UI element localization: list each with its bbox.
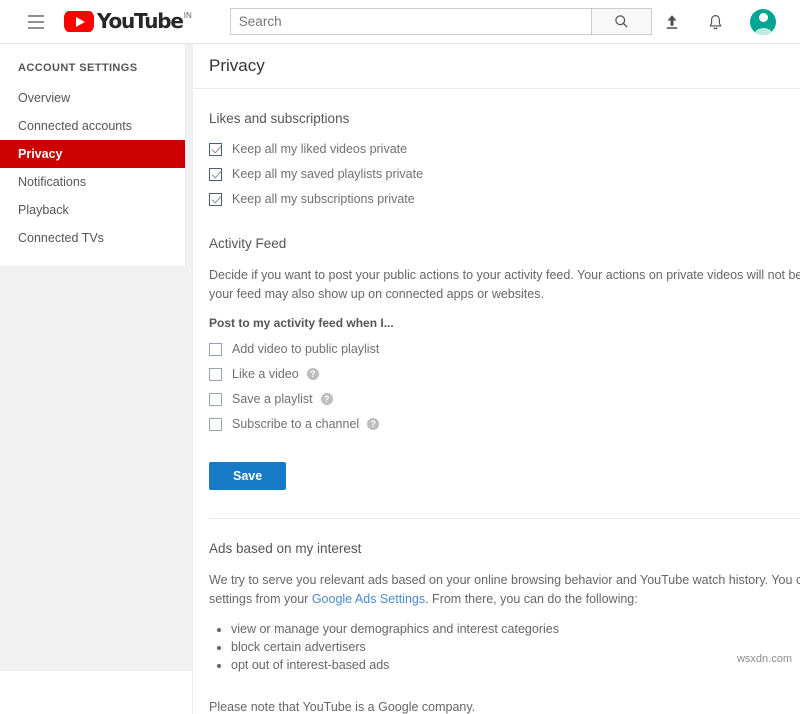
sidebar-item-connected-tvs[interactable]: Connected TVs [0,224,185,252]
checkbox-row-liked-videos-private[interactable]: Keep all my liked videos private [209,142,800,156]
ads-paragraph-line-2: settings from your Google Ads Settings. … [209,591,800,608]
activity-description-line-2: your feed may also show up on connected … [209,286,544,301]
checkbox-row-save-a-playlist[interactable]: Save a playlist ? [209,392,800,406]
save-button[interactable]: Save [209,462,287,490]
main-body: Likes and subscriptions Keep all my like… [193,89,800,714]
notifications-button[interactable] [707,13,724,31]
ads-note: Please note that YouTube is a Google com… [209,700,476,714]
checkbox-row-like-a-video[interactable]: Like a video ? [209,367,800,381]
section-divider [209,518,800,519]
youtube-logo[interactable]: YouTube IN [64,10,192,33]
main-header: Privacy [193,44,800,89]
help-icon[interactable]: ? [367,418,380,430]
header-actions [663,8,776,35]
checkbox-subscriptions-private[interactable] [209,192,222,206]
activity-description-line-1: Decide if you want to post your public a… [209,268,800,282]
hamburger-menu-icon[interactable] [28,14,44,29]
page-title: Privacy [209,56,265,75]
ads-section-title: Ads based on my interest [209,541,362,556]
watermark: wsxdn.com [736,653,792,665]
sidebar-item-privacy[interactable]: Privacy [0,140,185,168]
checkbox-row-subscriptions-private[interactable]: Keep all my subscriptions private [209,192,800,206]
checkbox-save-a-playlist[interactable] [209,392,222,406]
checkbox-label: Keep all my subscriptions private [232,192,415,206]
search-bar [229,8,652,35]
ads-paragraph-suffix: . From there, you can do the following: [425,591,638,606]
upload-button[interactable] [663,13,681,31]
search-input[interactable] [229,8,592,35]
upload-icon [666,14,678,29]
help-icon[interactable]: ? [320,393,333,405]
main-content: Privacy Likes and subscriptions Keep all… [192,44,800,714]
checkbox-row-subscribe-to-a-channel[interactable]: Subscribe to a channel ? [209,417,800,431]
page-body: ACCOUNT SETTINGS Overview Connected acco… [0,44,800,714]
ads-paragraph-line-1: We try to serve you relevant ads based o… [209,573,800,587]
sidebar: ACCOUNT SETTINGS Overview Connected acco… [0,44,186,266]
sidebar-item-notifications[interactable]: Notifications [0,168,185,196]
logo-country-code: IN [183,11,192,20]
checkbox-row-saved-playlists-private[interactable]: Keep all my saved playlists private [209,167,800,181]
help-icon[interactable]: ? [306,368,319,380]
activity-subheading: Post to my activity feed when I... [209,316,394,330]
bell-icon [709,14,722,29]
list-item: opt out of interest-based ads [231,657,800,674]
checkbox-label: Keep all my liked videos private [232,142,408,156]
checkbox-label: Like a video [232,367,299,381]
checkbox-liked-videos-private[interactable] [209,142,222,156]
ads-bullet-list: view or manage your demographics and int… [209,621,800,674]
search-button[interactable] [591,8,652,35]
google-ads-settings-link[interactable]: Google Ads Settings [312,592,425,606]
sidebar-title: ACCOUNT SETTINGS [18,62,138,74]
checkbox-row-add-video-to-public-playlist[interactable]: Add video to public playlist [209,342,800,356]
checkbox-label: Add video to public playlist [232,342,380,356]
likes-section-title: Likes and subscriptions [209,111,350,126]
checkbox-label: Save a playlist [232,392,313,406]
search-icon [615,15,628,28]
checkbox-label: Subscribe to a channel [232,417,360,431]
activity-section-title: Activity Feed [209,236,287,251]
checkbox-subscribe-to-a-channel[interactable] [209,417,222,431]
avatar[interactable] [750,8,776,35]
sidebar-item-connected-accounts[interactable]: Connected accounts [0,112,185,140]
sidebar-item-playback[interactable]: Playback [0,196,185,224]
masthead: YouTube IN [0,0,800,44]
checkbox-saved-playlists-private[interactable] [209,167,222,181]
list-item: block certain advertisers [231,639,800,656]
list-item: view or manage your demographics and int… [231,621,800,638]
checkbox-like-a-video[interactable] [209,367,222,381]
sidebar-item-overview[interactable]: Overview [0,84,185,112]
ads-paragraph-prefix: settings from your [209,591,312,606]
youtube-wordmark: YouTube [97,9,184,33]
checkbox-add-video-to-public-playlist[interactable] [209,342,222,356]
checkbox-label: Keep all my saved playlists private [232,167,424,181]
play-button-icon [64,11,94,32]
